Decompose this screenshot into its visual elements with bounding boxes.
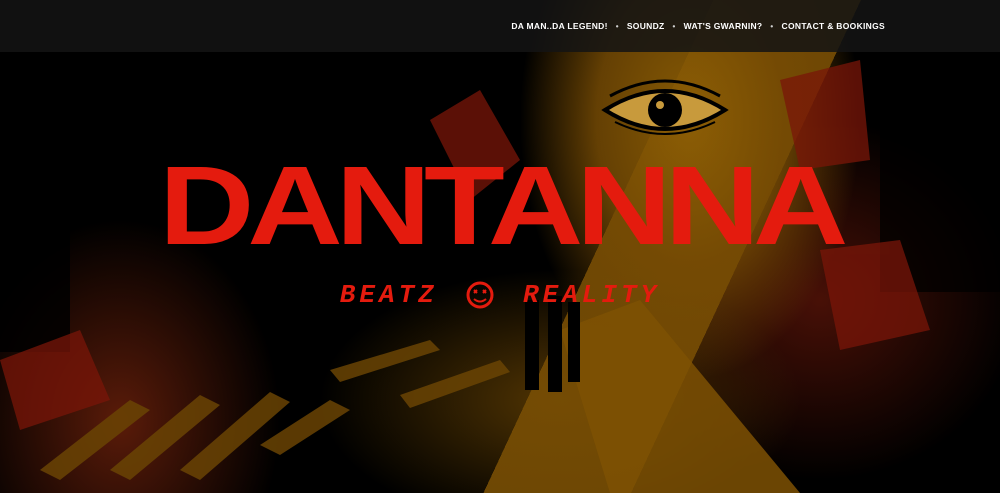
road-markings	[40, 340, 510, 480]
top-navigation-bar: DA MAN..DA LEGEND! • SOUNDZ • WAT'S GWAR…	[0, 0, 1000, 52]
eye-icon	[601, 79, 729, 135]
hero-artwork	[0, 52, 1000, 493]
page: DA MAN..DA LEGEND! • SOUNDZ • WAT'S GWAR…	[0, 0, 1000, 493]
nav-link-wats-gwarnin[interactable]: WAT'S GWARNIN?	[684, 21, 763, 31]
nav-link-soundz[interactable]: SOUNDZ	[627, 21, 665, 31]
nav-link-da-man[interactable]: DA MAN..DA LEGEND!	[511, 21, 607, 31]
main-menu: DA MAN..DA LEGEND! • SOUNDZ • WAT'S GWAR…	[511, 0, 885, 52]
walking-figures	[525, 296, 580, 392]
light-beam	[560, 300, 800, 493]
nav-separator: •	[615, 21, 619, 31]
nav-separator: •	[672, 21, 676, 31]
nav-link-contact-bookings[interactable]: CONTACT & BOOKINGS	[782, 21, 885, 31]
nav-separator: •	[770, 21, 774, 31]
